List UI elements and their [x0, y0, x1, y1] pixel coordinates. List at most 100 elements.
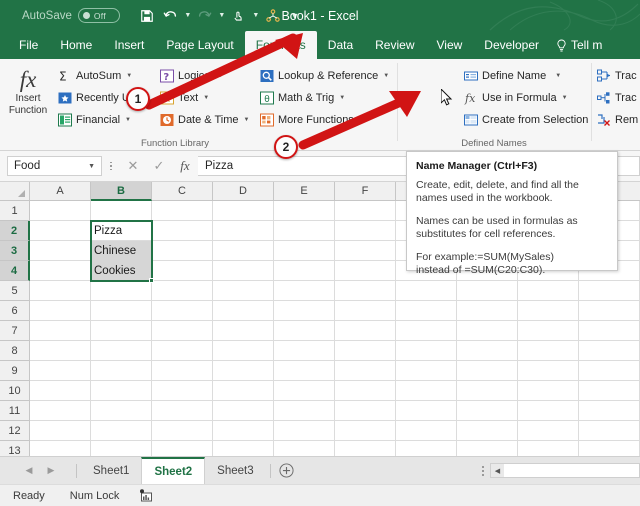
financial-dropdown-icon[interactable]: ▼ [125, 117, 131, 123]
row-header-6[interactable]: 6 [0, 301, 30, 321]
ribbon-tab-home[interactable]: Home [49, 31, 103, 59]
scroll-left-icon[interactable]: ◀ [491, 464, 504, 477]
date-time-dropdown-icon[interactable]: ▼ [244, 117, 250, 123]
grid-cell[interactable] [91, 401, 152, 421]
undo-dropdown-icon[interactable]: ▼ [184, 5, 192, 27]
grid-cell[interactable] [335, 341, 396, 361]
sheet-tab-sheet3[interactable]: Sheet3 [205, 457, 265, 484]
grid-cell[interactable] [274, 421, 335, 441]
grid-cell[interactable] [91, 441, 152, 456]
grid-cell[interactable] [213, 281, 274, 301]
math-trig-button[interactable]: θ Math & Trig ▼ [258, 87, 347, 108]
cell-b2[interactable]: Pizza [91, 221, 152, 241]
grid-cell[interactable] [579, 321, 640, 341]
grid-cell[interactable] [91, 361, 152, 381]
previous-sheet-icon[interactable]: ◀ [18, 458, 40, 484]
grid-cell[interactable] [457, 421, 518, 441]
grid-cell[interactable] [274, 401, 335, 421]
ribbon-tab-file[interactable]: File [8, 31, 49, 59]
grid-cell[interactable] [579, 381, 640, 401]
grid-cell[interactable] [396, 381, 457, 401]
grid-cell[interactable] [30, 361, 91, 381]
grid-cell[interactable] [152, 421, 213, 441]
ribbon-tab-review[interactable]: Review [364, 31, 425, 59]
formula-bar-grip[interactable] [106, 162, 116, 171]
cancel-icon[interactable]: ✕ [120, 155, 146, 177]
insert-function-icon[interactable]: fx [172, 155, 198, 177]
grid-cell[interactable] [457, 441, 518, 456]
grid-cell[interactable] [91, 321, 152, 341]
trace-precedents-button[interactable]: Trac [595, 65, 639, 86]
grid-cell[interactable] [457, 301, 518, 321]
grid-cell[interactable] [152, 281, 213, 301]
grid-cell[interactable] [213, 201, 274, 221]
grid-cell[interactable] [30, 441, 91, 456]
grid-cell[interactable] [213, 261, 274, 281]
grid-cell[interactable] [457, 361, 518, 381]
autosum-dropdown-icon[interactable]: ▼ [126, 73, 132, 79]
grid-cell[interactable] [152, 221, 213, 241]
grid-cell[interactable] [335, 441, 396, 456]
grid-cell[interactable] [91, 381, 152, 401]
grid-cell[interactable] [91, 301, 152, 321]
record-macro-icon[interactable] [139, 489, 153, 502]
grid-cell[interactable] [518, 441, 579, 456]
grid-cell[interactable] [335, 361, 396, 381]
sheet-tab-sheet1[interactable]: Sheet1 [81, 457, 141, 484]
date-time-button[interactable]: Date & Time ▼ [158, 109, 251, 130]
grid-cell[interactable] [152, 321, 213, 341]
grid-cell[interactable] [274, 241, 335, 261]
ribbon-tab-view[interactable]: View [426, 31, 474, 59]
grid-cell[interactable] [30, 341, 91, 361]
row-header-3[interactable]: 3 [0, 241, 30, 261]
logical-button[interactable]: ? Logical ▼ [158, 65, 226, 86]
redo-dropdown-icon[interactable]: ▼ [218, 5, 226, 27]
grid-cell[interactable] [518, 421, 579, 441]
row-header-1[interactable]: 1 [0, 201, 30, 221]
row-header-4[interactable]: 4 [0, 261, 30, 281]
grid-cell[interactable] [91, 281, 152, 301]
create-from-selection-button[interactable]: Create from Selection [462, 109, 590, 130]
text-button[interactable]: A Text ▼ [158, 87, 211, 108]
use-in-formula-button[interactable]: fx Use in Formula ▼ [462, 87, 570, 108]
grid-cell[interactable] [213, 321, 274, 341]
grid-cell[interactable] [518, 301, 579, 321]
grid-cell[interactable] [152, 241, 213, 261]
row-header-2[interactable]: 2 [0, 221, 30, 241]
autosum-button[interactable]: Σ AutoSum ▼ [56, 65, 134, 86]
grid-cell[interactable] [274, 201, 335, 221]
column-header-f[interactable]: F [335, 182, 396, 201]
grid-cell[interactable] [457, 401, 518, 421]
grid-cell[interactable] [152, 341, 213, 361]
lookup-reference-dropdown-icon[interactable]: ▼ [383, 73, 389, 79]
save-icon[interactable] [136, 5, 158, 27]
grid-cell[interactable] [274, 321, 335, 341]
define-name-button[interactable]: Define Name ▼ [462, 65, 563, 86]
grid-cell[interactable] [213, 301, 274, 321]
select-all-corner[interactable] [0, 182, 30, 201]
column-header-b[interactable]: B [91, 182, 152, 201]
grid-cell[interactable] [213, 381, 274, 401]
ribbon-tab-formulas[interactable]: Formulas [245, 31, 317, 59]
grid-cell[interactable] [457, 341, 518, 361]
grid-cell[interactable] [30, 401, 91, 421]
column-header-c[interactable]: C [152, 182, 213, 201]
sheet-tab-sheet2[interactable]: Sheet2 [141, 457, 205, 484]
grid-cell[interactable] [152, 201, 213, 221]
grid-cell[interactable] [579, 341, 640, 361]
cell-b3[interactable]: Chinese [91, 241, 152, 261]
grid-cell[interactable] [396, 301, 457, 321]
sheet-bar-grip[interactable] [482, 466, 484, 476]
grid-cell[interactable] [396, 361, 457, 381]
row-header-7[interactable]: 7 [0, 321, 30, 341]
grid-cell[interactable] [274, 281, 335, 301]
next-sheet-icon[interactable]: ▶ [40, 458, 62, 484]
grid-cell[interactable] [579, 401, 640, 421]
row-header-10[interactable]: 10 [0, 381, 30, 401]
grid-cell[interactable] [518, 401, 579, 421]
fill-handle[interactable] [149, 278, 154, 283]
grid-cell[interactable] [152, 401, 213, 421]
grid-cell[interactable] [152, 301, 213, 321]
grid-cell[interactable] [91, 341, 152, 361]
column-header-d[interactable]: D [213, 182, 274, 201]
